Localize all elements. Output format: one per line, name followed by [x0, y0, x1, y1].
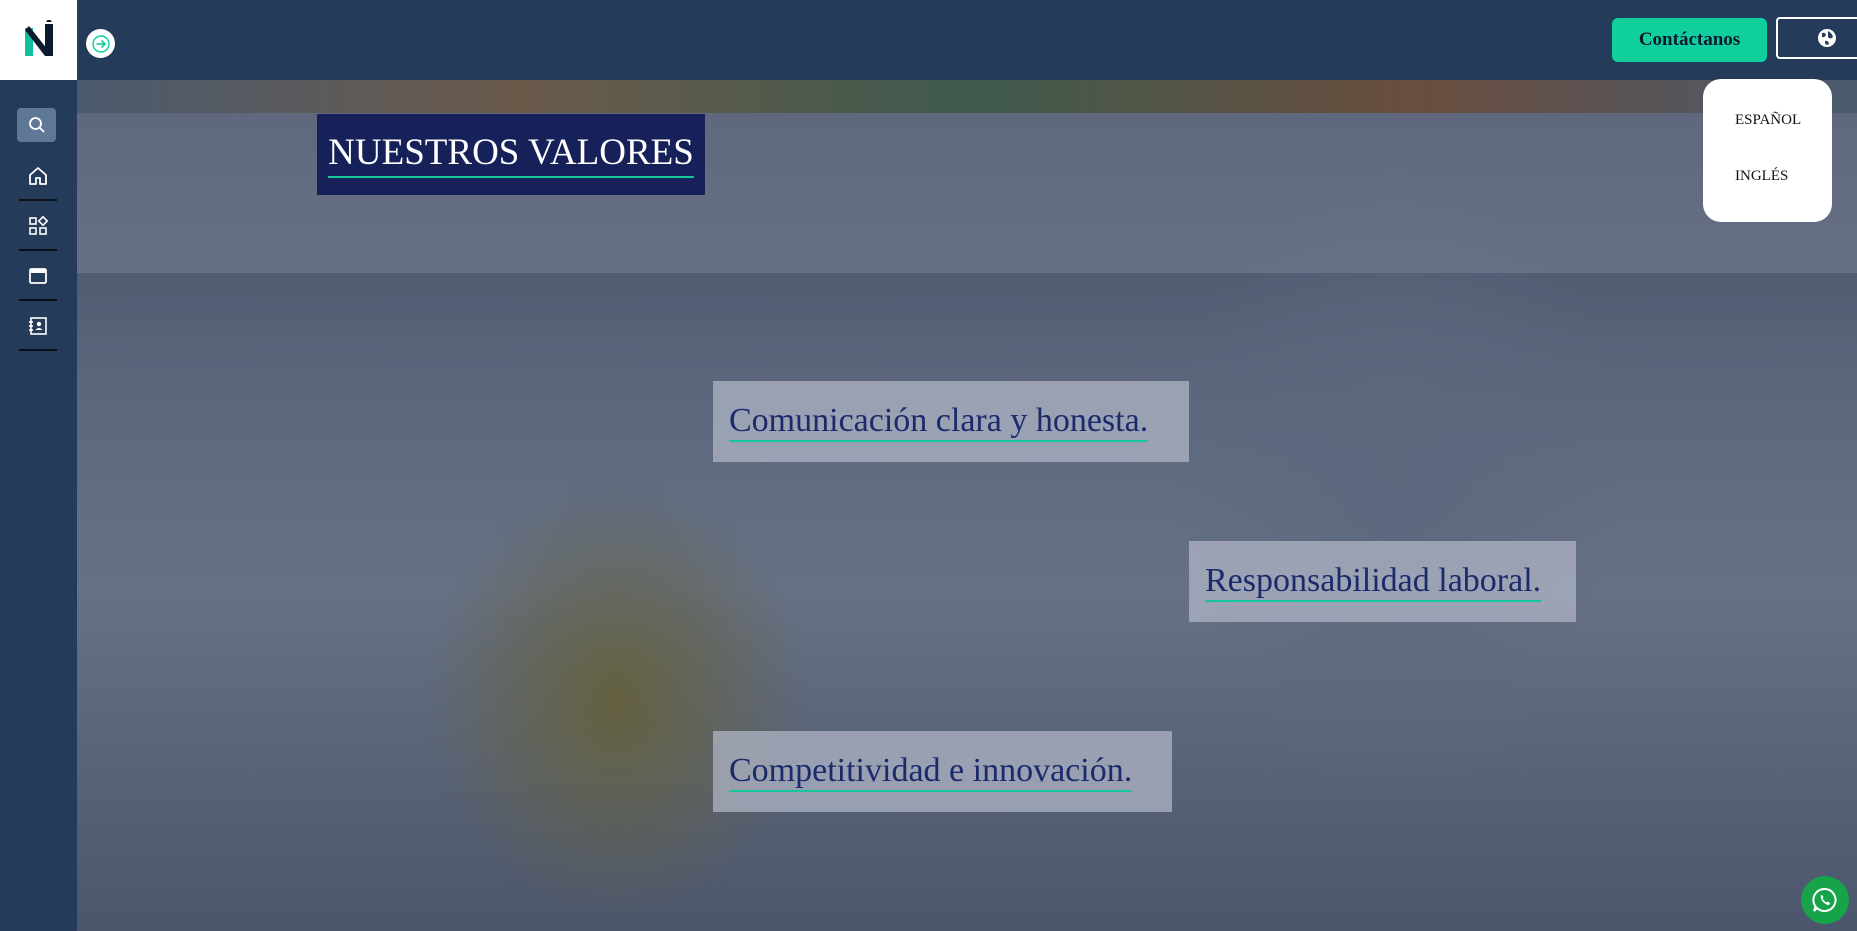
menu-toggle-button[interactable]	[86, 29, 115, 58]
contact-button[interactable]: Contáctanos	[1612, 18, 1767, 62]
value-card: Comunicación clara y honesta.	[713, 381, 1189, 462]
nav-item-home[interactable]	[19, 153, 57, 201]
search-icon	[28, 117, 45, 133]
value-card: Responsabilidad laboral.	[1189, 541, 1576, 622]
value-text: Responsabilidad laboral.	[1205, 561, 1542, 603]
whatsapp-button[interactable]	[1801, 876, 1849, 924]
hero-photo-strip	[77, 80, 1857, 113]
language-button[interactable]	[1776, 17, 1857, 59]
value-text: Competitividad e innovación.	[729, 751, 1133, 793]
language-option-english[interactable]: INGLÉS	[1735, 168, 1788, 185]
value-text: Comunicación clara y honesta.	[729, 401, 1149, 443]
language-menu: ESPAÑOL INGLÉS	[1703, 79, 1832, 222]
hero-section: NUESTROS VALORES Comunicación clara y ho…	[77, 80, 1857, 931]
search-button[interactable]	[17, 108, 56, 142]
nav-item-contacts[interactable]	[19, 303, 57, 351]
whatsapp-icon	[1812, 888, 1837, 912]
nav-item-services[interactable]	[19, 203, 57, 251]
sidebar	[0, 0, 77, 931]
value-card: Competitividad e innovación.	[713, 731, 1172, 812]
grid-icon	[29, 215, 49, 235]
logo[interactable]	[0, 0, 77, 80]
section-title: NUESTROS VALORES	[328, 131, 694, 178]
language-option-spanish[interactable]: ESPAÑOL	[1735, 112, 1801, 129]
arrow-right-icon	[91, 34, 110, 53]
nav-item-window[interactable]	[19, 253, 57, 301]
top-header: Contáctanos	[77, 0, 1857, 80]
home-icon	[29, 167, 47, 185]
globe-icon	[1817, 29, 1836, 47]
n-logo-icon	[24, 20, 53, 56]
contact-book-icon	[29, 317, 47, 335]
section-title-box: NUESTROS VALORES	[317, 114, 705, 195]
window-icon	[29, 268, 47, 284]
